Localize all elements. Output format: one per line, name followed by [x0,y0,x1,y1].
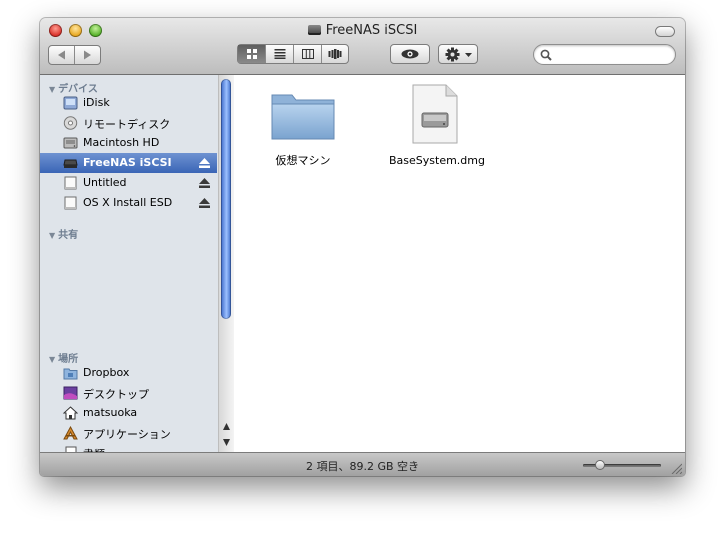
desktop-icon [63,386,78,400]
dropbox-folder-icon [63,368,78,380]
eject-icon[interactable] [199,198,210,208]
coverflow-view-button[interactable] [322,45,348,63]
sidebar-section-shared[interactable]: ▼ 共有 [49,226,78,241]
home-icon [63,406,78,420]
file-item-dmg[interactable]: BaseSystem.dmg [389,83,485,167]
sidebar-item-label: アプリケーション [83,428,171,441]
sidebar-item-dropbox[interactable]: Dropbox [40,363,217,383]
eye-icon [401,49,419,59]
forward-button[interactable] [75,46,100,64]
window-title: FreeNAS iSCSI [40,23,685,38]
column-view-icon [301,49,314,59]
search-field[interactable] [533,44,676,65]
sidebar-item-os-x-install-esd[interactable]: OS X Install ESD [40,193,217,213]
hard-drive-icon [63,137,78,149]
sidebar-item-documents[interactable]: 書類 [40,443,217,452]
slider-knob[interactable] [595,460,605,470]
coverflow-view-icon [328,49,342,59]
sidebar-item-idisk[interactable]: iDisk [40,93,217,113]
sidebar-item-label: iDisk [83,96,110,109]
search-input[interactable] [556,46,672,65]
disk-image-icon [64,196,77,210]
sidebar-item-freenas-iscsi[interactable]: FreeNAS iSCSI [40,153,217,173]
toolbar: FreeNAS iSCSI [40,18,685,75]
action-menu-button[interactable] [438,44,478,64]
scroll-down-arrow-icon[interactable] [223,439,230,446]
quick-look-button[interactable] [390,44,430,64]
sidebar-item-label: Dropbox [83,366,130,379]
back-button[interactable] [49,46,75,64]
list-view-icon [274,49,285,59]
remote-disc-icon [63,116,78,130]
sidebar-item-macintosh-hd[interactable]: Macintosh HD [40,133,217,153]
view-mode-control [237,44,349,64]
sidebar-item-untitled[interactable]: Untitled [40,173,217,193]
file-name: 仮想マシン [275,154,331,167]
disk-image-icon [64,176,77,190]
finder-window: FreeNAS iSCSI ▼ デバイス iDisk リモートディスク Maci… [40,18,685,476]
sidebar-item-label: Macintosh HD [83,136,160,149]
toolbar-toggle-button[interactable] [655,26,675,37]
dmg-file-icon [412,84,458,144]
sidebar-item-label: FreeNAS iSCSI [83,156,172,169]
window-title-text: FreeNAS iSCSI [325,23,418,38]
chevron-down-icon [465,53,472,57]
status-bar: 2 項目、89.2 GB 空き [40,452,685,476]
back-arrow-icon [57,50,65,60]
sidebar-item-remote-disc[interactable]: リモートディスク [40,113,217,133]
sidebar-item-label: リモートディスク [83,118,171,131]
sidebar-item-label: OS X Install ESD [83,196,173,209]
icon-view-button[interactable] [238,45,266,63]
eject-icon[interactable] [199,178,210,188]
folder-icon [271,94,335,140]
drive-icon [63,159,78,168]
sidebar-item-label: デスクトップ [83,388,149,401]
eject-icon[interactable] [199,158,210,168]
scroll-up-arrow-icon[interactable] [223,423,230,430]
applications-icon [63,426,78,440]
gear-icon [445,47,460,62]
sidebar-item-label: matsuoka [83,406,138,419]
column-view-button[interactable] [294,45,322,63]
file-name: BaseSystem.dmg [389,154,485,167]
sidebar-item-home[interactable]: matsuoka [40,403,217,423]
list-view-button[interactable] [266,45,294,63]
scrollbar-thumb[interactable] [221,79,231,319]
icon-view-icon [246,49,257,59]
resize-grip-icon[interactable] [671,463,682,474]
file-browser: 仮想マシン BaseSystem.dmg [234,75,685,452]
file-item-folder[interactable]: 仮想マシン [264,87,342,168]
sidebar-item-label: Untitled [83,176,127,189]
navigation-buttons [48,45,101,65]
disclosure-triangle-icon: ▼ [49,231,56,240]
idisk-icon [63,96,78,110]
sidebar: ▼ デバイス iDisk リモートディスク Macintosh HD FreeN… [40,75,234,452]
drive-icon [307,25,321,35]
forward-arrow-icon [83,50,91,60]
sidebar-item-applications[interactable]: アプリケーション [40,423,217,443]
search-icon [540,49,552,61]
section-title: 共有 [58,230,79,241]
sidebar-scrollbar[interactable] [218,75,234,452]
sidebar-item-desktop[interactable]: デスクトップ [40,383,217,403]
